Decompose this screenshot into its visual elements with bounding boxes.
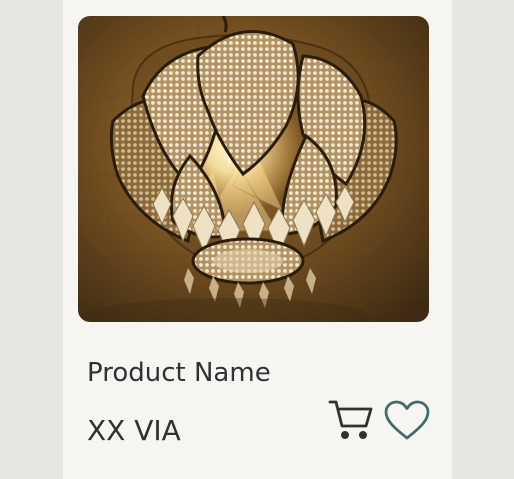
product-name: Product Name <box>87 358 271 388</box>
add-to-favorites-button[interactable] <box>383 400 431 442</box>
heart-outline-icon <box>384 400 430 440</box>
product-card[interactable]: Product Name XX VIA <box>63 0 452 479</box>
product-image[interactable] <box>78 16 429 322</box>
shopping-cart-icon <box>328 400 373 440</box>
product-price: XX VIA <box>87 414 181 447</box>
add-to-cart-button[interactable] <box>328 398 374 442</box>
